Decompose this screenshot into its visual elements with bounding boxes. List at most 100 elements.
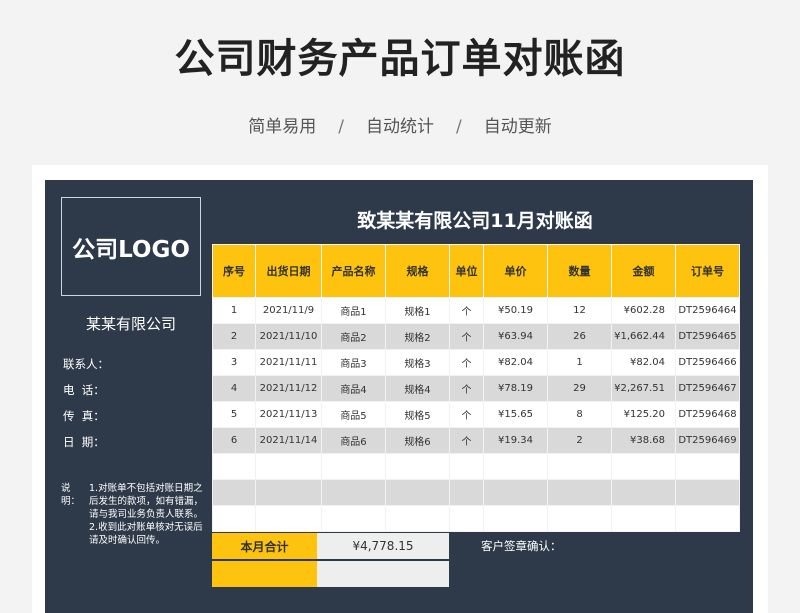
cell-empty[interactable] [675,453,740,480]
cell-empty[interactable] [483,479,548,506]
cell-unit[interactable]: 个 [449,297,484,324]
cell-empty[interactable] [321,453,386,480]
cell-empty[interactable] [611,505,676,532]
notes: 说明： 1.对账单不包括对账日期之后发生的款项，如有错漏，请与我司业务负责人联系… [61,482,211,547]
cell-product[interactable]: 商品4 [321,375,386,402]
cell-qty[interactable]: 2 [547,427,612,454]
cell-no[interactable]: 5 [212,401,256,428]
cell-order[interactable]: DT2596465 [675,323,740,350]
cell-spec[interactable]: 规格3 [385,349,450,376]
cell-empty[interactable] [611,479,676,506]
col-header-date: 出货日期 [255,244,322,298]
col-header-no: 序号 [212,244,256,298]
cell-no[interactable]: 6 [212,427,256,454]
cell-order[interactable]: DT2596469 [675,427,740,454]
col-header-product: 产品名称 [321,244,386,298]
cell-product[interactable]: 商品3 [321,349,386,376]
cell-price[interactable]: ¥78.19 [483,375,548,402]
cell-price[interactable]: ¥15.65 [483,401,548,428]
cell-spec[interactable]: 规格5 [385,401,450,428]
cell-price[interactable]: ¥82.04 [483,349,548,376]
cell-amount[interactable]: ¥125.20 [611,401,676,428]
cell-product[interactable]: 商品5 [321,401,386,428]
cell-unit[interactable]: 个 [449,323,484,350]
cell-empty[interactable] [675,505,740,532]
cell-no[interactable]: 4 [212,375,256,402]
cell-empty[interactable] [321,505,386,532]
cell-empty[interactable] [483,453,548,480]
cell-unit[interactable]: 个 [449,401,484,428]
cell-empty[interactable] [255,453,322,480]
cell-order[interactable]: DT2596466 [675,349,740,376]
cell-spec[interactable]: 规格2 [385,323,450,350]
cell-qty[interactable]: 29 [547,375,612,402]
note-key: 说明： [61,483,81,507]
cell-spec[interactable]: 规格4 [385,375,450,402]
cell-unit[interactable]: 个 [449,427,484,454]
cell-date[interactable]: 2021/11/13 [255,401,322,428]
cell-empty[interactable] [675,479,740,506]
cell-spec[interactable]: 规格6 [385,427,450,454]
cell-empty[interactable] [255,479,322,506]
table-row-empty [212,453,740,480]
cell-date[interactable]: 2021/11/12 [255,375,322,402]
next-total-value[interactable] [317,561,449,587]
cell-product[interactable]: 商品6 [321,427,386,454]
cell-amount[interactable]: ¥38.68 [611,427,676,454]
table-row-empty [212,505,740,532]
cell-order[interactable]: DT2596468 [675,401,740,428]
tag-separator: / [338,117,344,137]
cell-price[interactable]: ¥50.19 [483,297,548,324]
cell-empty[interactable] [547,505,612,532]
cell-unit[interactable]: 个 [449,349,484,376]
cell-empty[interactable] [547,453,612,480]
date-label: 日 期： [63,435,105,449]
cell-price[interactable]: ¥63.94 [483,323,548,350]
cell-empty[interactable] [483,505,548,532]
cell-unit[interactable]: 个 [449,375,484,402]
cell-empty[interactable] [547,479,612,506]
table-header: 序号 出货日期 产品名称 规格 单位 单价 数量 金额 订单号 [212,244,740,298]
cell-qty[interactable]: 26 [547,323,612,350]
cell-amount[interactable]: ¥2,267.51 [611,375,676,402]
cell-empty[interactable] [212,453,256,480]
monthly-total-value[interactable]: ¥4,778.15 [317,533,449,559]
cell-no[interactable]: 3 [212,349,256,376]
cell-empty[interactable] [212,479,256,506]
cell-empty[interactable] [449,479,484,506]
next-total-label [212,561,317,587]
cell-empty[interactable] [449,505,484,532]
page-title: 公司财务产品订单对账函 [174,36,626,82]
cell-spec[interactable]: 规格1 [385,297,450,324]
cell-date[interactable]: 2021/11/10 [255,323,322,350]
cell-empty[interactable] [321,479,386,506]
company-name: 某某有限公司 [85,315,176,333]
cell-empty[interactable] [385,479,450,506]
cell-qty[interactable]: 8 [547,401,612,428]
cell-amount[interactable]: ¥1,662.44 [611,323,676,350]
cell-amount[interactable]: ¥602.28 [611,297,676,324]
cell-amount[interactable]: ¥82.04 [611,349,676,376]
cell-empty[interactable] [611,453,676,480]
contact-label: 联系人： [63,357,109,371]
cell-no[interactable]: 1 [212,297,256,324]
cell-empty[interactable] [255,505,322,532]
cell-price[interactable]: ¥19.34 [483,427,548,454]
cell-order[interactable]: DT2596467 [675,375,740,402]
cell-empty[interactable] [385,505,450,532]
cell-qty[interactable]: 12 [547,297,612,324]
cell-qty[interactable]: 1 [547,349,612,376]
monthly-total-label: 本月合计 [212,533,317,559]
cell-order[interactable]: DT2596464 [675,297,740,324]
cell-date[interactable]: 2021/11/11 [255,349,322,376]
table-row: 2 2021/11/10 商品2 规格2 个 ¥63.94 26 ¥1,662.… [212,323,740,350]
cell-date[interactable]: 2021/11/14 [255,427,322,454]
cell-product[interactable]: 商品2 [321,323,386,350]
cell-no[interactable]: 2 [212,323,256,350]
cell-product[interactable]: 商品1 [321,297,386,324]
cell-empty[interactable] [385,453,450,480]
cell-empty[interactable] [212,505,256,532]
cell-date[interactable]: 2021/11/9 [255,297,322,324]
cell-empty[interactable] [449,453,484,480]
statement-sheet: 公司LOGO 某某有限公司 联系人： 电 话： 传 真： 日 期： 说明： 1.… [45,180,753,613]
